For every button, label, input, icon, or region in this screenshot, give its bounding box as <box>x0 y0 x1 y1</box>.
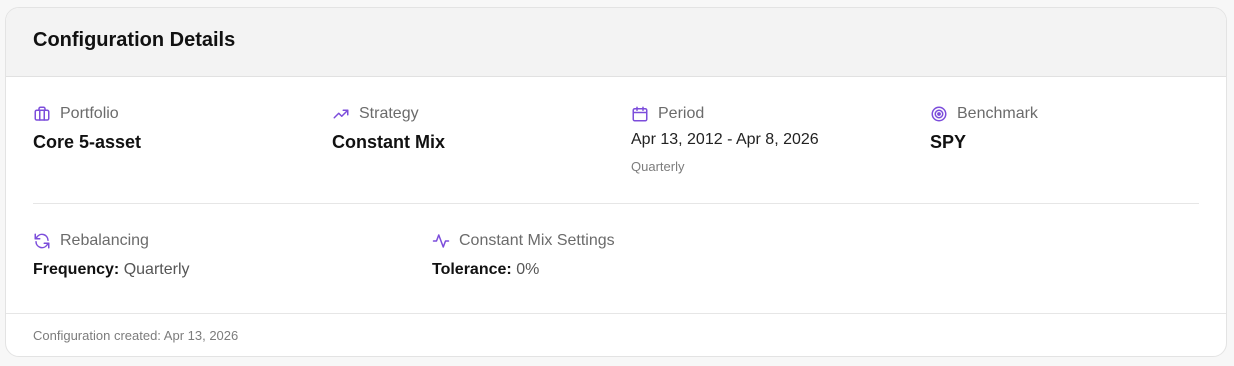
card-title: Configuration Details <box>33 29 236 51</box>
briefcase-icon <box>34 106 50 121</box>
benchmark-label-row: Benchmark <box>930 105 1038 123</box>
period-label-row: Period <box>631 105 819 123</box>
trending-up-icon <box>333 109 349 119</box>
period-value: Apr 13, 2012 - Apr 8, 2026 <box>631 131 819 148</box>
section-divider <box>33 203 1199 204</box>
portfolio-value: Core 5-asset <box>33 132 142 152</box>
activity-icon <box>432 234 450 248</box>
refresh-icon <box>34 233 50 249</box>
constant-mix-label-row: Constant Mix Settings <box>432 232 615 250</box>
benchmark-value: SPY <box>930 132 967 152</box>
strategy-label: Strategy <box>359 105 419 122</box>
benchmark-field: Benchmark SPY <box>930 105 1038 153</box>
constant-mix-settings-field: Constant Mix Settings Tolerance: 0% <box>432 232 615 279</box>
rebalancing-label-row: Rebalancing <box>33 232 190 250</box>
strategy-value: Constant Mix <box>332 132 446 152</box>
rebalancing-frequency: Frequency: Quarterly <box>33 261 190 279</box>
benchmark-label: Benchmark <box>957 105 1038 122</box>
rebalancing-label: Rebalancing <box>60 232 149 249</box>
created-date-text: Configuration created: Apr 13, 2026 <box>33 327 239 343</box>
card-body: Portfolio Core 5-asset Strategy Constant… <box>6 77 1226 313</box>
tolerance-key: Tolerance: <box>432 261 512 278</box>
rebalancing-field: Rebalancing Frequency: Quarterly <box>33 232 190 279</box>
tolerance-value: 0% <box>516 261 540 278</box>
target-icon <box>931 106 947 122</box>
card-footer: Configuration created: Apr 13, 2026 <box>6 313 1226 356</box>
configuration-card: Configuration Details Portfolio Core 5-a… <box>5 7 1227 357</box>
card-header: Configuration Details <box>6 8 1226 77</box>
portfolio-label-row: Portfolio <box>33 105 141 123</box>
calendar-icon <box>632 106 648 122</box>
period-field: Period Apr 13, 2012 - Apr 8, 2026 Quarte… <box>631 105 819 174</box>
frequency-key: Frequency: <box>33 261 120 278</box>
period-frequency: Quarterly <box>631 159 685 174</box>
frequency-value: Quarterly <box>123 261 190 278</box>
portfolio-field: Portfolio Core 5-asset <box>33 105 141 153</box>
portfolio-label: Portfolio <box>60 105 119 122</box>
strategy-field: Strategy Constant Mix <box>332 105 445 153</box>
constant-mix-tolerance: Tolerance: 0% <box>432 261 615 279</box>
constant-mix-label: Constant Mix Settings <box>459 232 615 249</box>
strategy-label-row: Strategy <box>332 105 445 123</box>
period-label: Period <box>658 105 705 122</box>
